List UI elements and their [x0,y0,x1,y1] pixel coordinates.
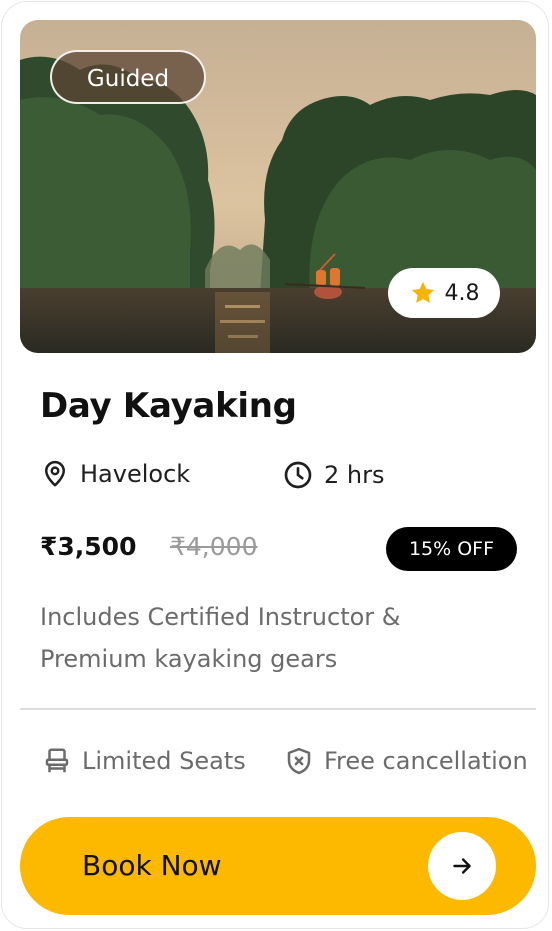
rating-value: 4.8 [444,280,480,306]
clock-icon [284,461,312,489]
arrow-right-icon [428,832,496,900]
guided-badge: Guided [50,50,206,104]
free-cancellation-label: Free cancellation [324,747,528,775]
duration-label: 2 hrs [324,461,385,489]
duration-info: 2 hrs [282,459,384,491]
star-icon [411,281,434,303]
location-pin-icon [45,460,65,487]
rating-badge: 4.8 [388,268,500,318]
book-now-label: Book Now [82,849,222,882]
limited-seats-label: Limited Seats [82,747,246,775]
location-info: Havelock [40,459,190,489]
book-now-button[interactable]: Book Now [20,817,536,915]
hero-image: Guided 4.8 [20,20,536,353]
activity-description: Includes Certified Instructor & Premium … [40,603,401,673]
discount-badge: 15% OFF [386,527,517,571]
divider [20,708,536,710]
original-price: ₹4,000 [170,532,258,561]
current-price: ₹3,500 [40,532,137,561]
seat-icon [45,748,69,773]
location-label: Havelock [80,460,191,488]
activity-card[interactable]: Guided 4.8 Day Kayaking Havelock 2 hrs ₹… [1,1,549,929]
shield-x-icon [287,747,311,775]
limited-seats-info: Limited Seats [42,746,246,776]
free-cancellation-info: Free cancellation [284,746,528,776]
activity-title: Day Kayaking [40,386,297,426]
